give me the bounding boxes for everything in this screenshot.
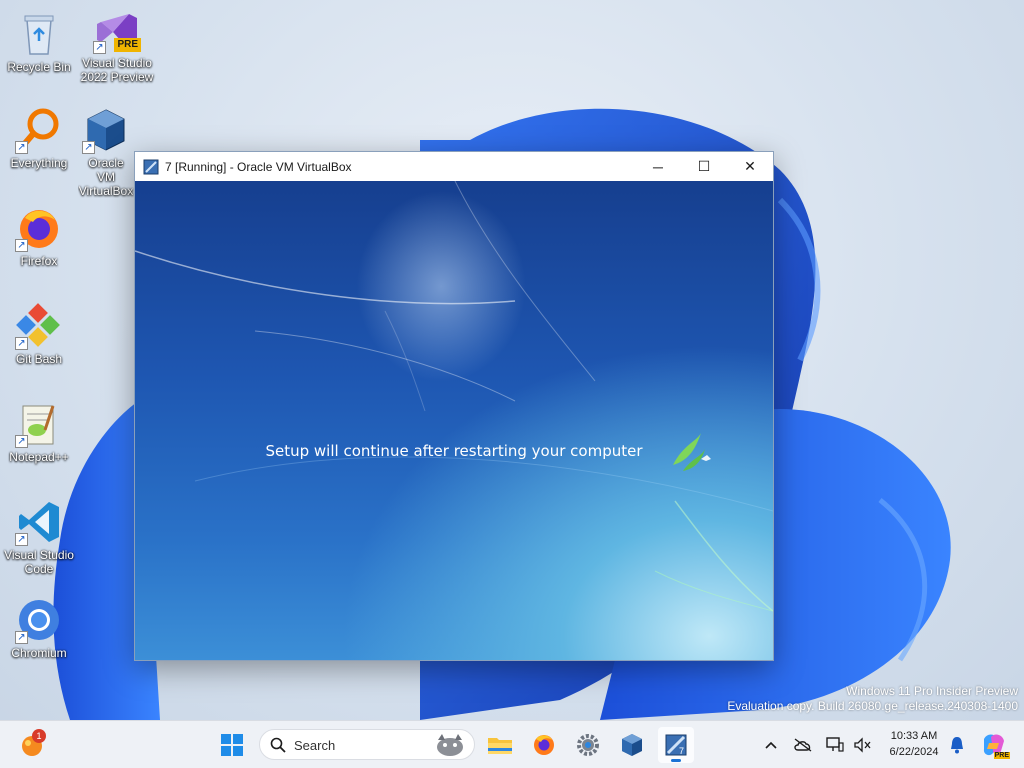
setup-status-message: Setup will continue after restarting you…: [265, 442, 643, 460]
desktop-icon-visual-studio-code[interactable]: ↗ Visual Studio Code: [0, 498, 78, 576]
watermark-line-1: Windows 11 Pro Insider Preview: [846, 684, 1018, 698]
desktop-icon-label: Everything: [10, 156, 68, 170]
clock-date: 6/22/2024: [889, 746, 939, 758]
preview-badge: PRE: [114, 38, 141, 52]
taskbar-search-box[interactable]: Search: [259, 729, 475, 760]
shortcut-arrow-icon: ↗: [15, 533, 28, 546]
desktop-icon-label: Chromium: [11, 646, 67, 660]
desktop-icon-label: Visual Studio 2022 Preview: [80, 56, 154, 84]
shortcut-arrow-icon: ↗: [15, 239, 28, 252]
taskbar-virtualbox[interactable]: [614, 727, 650, 763]
watermark-line-2: Evaluation copy. Build 26080.ge_release.…: [727, 699, 1018, 713]
tray-volume[interactable]: [848, 727, 876, 763]
desktop-icon-recycle-bin[interactable]: Recycle Bin: [0, 10, 78, 74]
vm-display[interactable]: Setup will continue after restarting you…: [135, 181, 773, 660]
volume-muted-icon: [854, 737, 871, 753]
taskbar-firefox[interactable]: [526, 727, 562, 763]
search-icon: [270, 737, 286, 753]
firefox-icon: [534, 735, 554, 755]
git-bash-icon: ↗: [15, 302, 63, 350]
settings-icon: [577, 734, 599, 756]
copilot-button[interactable]: PRE: [976, 727, 1012, 763]
copilot-pre-badge: PRE: [993, 752, 1010, 759]
show-hidden-icons-button[interactable]: [756, 727, 786, 763]
shortcut-arrow-icon: ↗: [82, 141, 95, 154]
firefox-icon: ↗: [15, 204, 63, 252]
windows-build-watermark: Windows 11 Pro Insider Preview Evaluatio…: [727, 684, 1018, 714]
visual-studio-icon: PRE ↗: [93, 6, 141, 54]
close-button[interactable]: ✕: [727, 152, 773, 181]
network-icon: [826, 737, 844, 752]
vm-7-icon: 7: [665, 734, 687, 756]
start-icon: [221, 734, 243, 756]
search-placeholder: Search: [294, 738, 336, 753]
svg-text:7: 7: [679, 746, 684, 756]
window-title: 7 [Running] - Oracle VM VirtualBox: [165, 159, 352, 174]
minimize-button[interactable]: ─: [635, 152, 681, 181]
desktop-icon-label: Notepad++: [9, 450, 69, 464]
file-explorer-icon: [488, 738, 512, 754]
desktop-icon-firefox[interactable]: ↗ Firefox: [0, 204, 78, 268]
tray-onedrive[interactable]: [788, 727, 818, 763]
desktop-icon-label: Firefox: [20, 254, 58, 268]
virtualbox-vm-icon: [143, 159, 159, 175]
minimize-icon: ─: [653, 158, 663, 175]
shortcut-arrow-icon: ↗: [15, 631, 28, 644]
desktop-icon-label: Oracle VM VirtualBox: [78, 156, 134, 198]
desktop-icon-label: Recycle Bin: [7, 60, 71, 74]
close-icon: ✕: [744, 158, 756, 174]
notification-widget-button[interactable]: 1: [14, 727, 50, 763]
chevron-up-icon: [765, 741, 777, 749]
shortcut-arrow-icon: ↗: [93, 41, 106, 54]
taskbar-file-explorer[interactable]: [482, 727, 518, 763]
notepad-plus-plus-icon: ↗: [15, 400, 63, 448]
virtualbox-icon: [622, 734, 642, 756]
bell-icon: [951, 737, 963, 754]
shortcut-arrow-icon: ↗: [15, 141, 28, 154]
everything-search-icon: ↗: [15, 106, 63, 154]
tray-clock[interactable]: 10:33 AM 6/22/2024: [880, 728, 948, 762]
desktop-icon-label: Visual Studio Code: [4, 548, 74, 576]
tray-network[interactable]: [820, 727, 850, 763]
taskbar-vm-7-window[interactable]: 7: [658, 727, 694, 763]
taskbar: 1 Search 7 10:33 AM 6/22/2024 PRE: [0, 720, 1024, 768]
chromium-icon: ↗: [15, 596, 63, 644]
window-titlebar[interactable]: 7 [Running] - Oracle VM VirtualBox ─ ☐ ✕: [135, 152, 773, 181]
notifications-button[interactable]: [944, 727, 970, 763]
desktop-icon-visual-studio-2022-preview[interactable]: PRE ↗ Visual Studio 2022 Preview: [78, 6, 156, 84]
virtualbox-vm-window[interactable]: 7 [Running] - Oracle VM VirtualBox ─ ☐ ✕…: [134, 151, 774, 661]
desktop-icon-everything[interactable]: ↗ Everything: [0, 106, 78, 170]
maximize-icon: ☐: [697, 158, 711, 174]
recycle-bin-icon: [15, 10, 63, 58]
desktop-icon-label: Git Bash: [15, 352, 63, 366]
search-highlight-icon: [437, 734, 463, 756]
desktop-icon-notepad-plus-plus[interactable]: ↗ Notepad++: [0, 400, 78, 464]
start-button[interactable]: [214, 727, 250, 763]
shortcut-arrow-icon: ↗: [15, 337, 28, 350]
virtualbox-icon: ↗: [82, 106, 130, 154]
cloud-offline-icon: [794, 738, 812, 752]
desktop-icon-git-bash[interactable]: ↗ Git Bash: [0, 302, 78, 366]
taskbar-settings[interactable]: [570, 727, 606, 763]
notification-count-badge: 1: [32, 729, 46, 743]
maximize-button[interactable]: ☐: [681, 152, 727, 181]
shortcut-arrow-icon: ↗: [15, 435, 28, 448]
desktop-icon-chromium[interactable]: ↗ Chromium: [0, 596, 78, 660]
clock-time: 10:33 AM: [890, 730, 938, 742]
desktop-icon-oracle-vm-virtualbox[interactable]: ↗ Oracle VM VirtualBox: [78, 106, 134, 198]
vscode-icon: ↗: [15, 498, 63, 546]
